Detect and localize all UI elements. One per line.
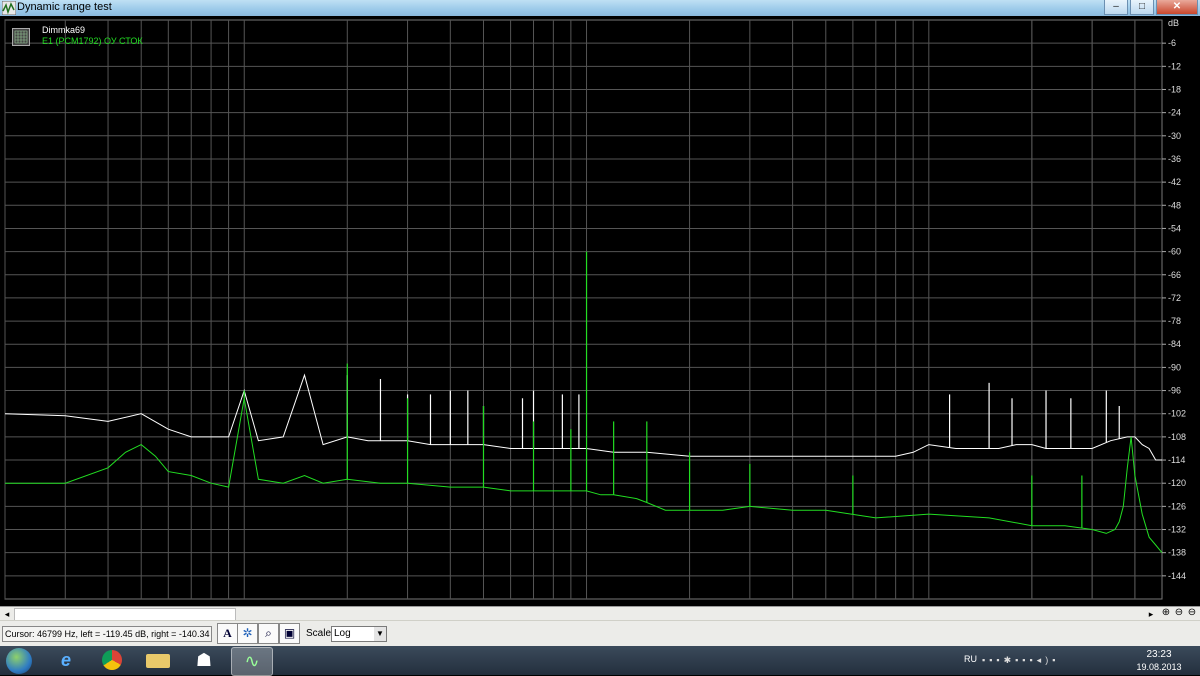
- y-tick-label: -18: [1168, 84, 1181, 94]
- zoom-reset-icon[interactable]: ⊖: [1186, 607, 1198, 619]
- y-tick-label: -120: [1168, 478, 1186, 488]
- y-axis-label: dB: [1168, 18, 1179, 28]
- spectrum-chart[interactable]: -6 -12 -18 -24 -30 -36 -42 -48 -54 -60 -66 -72 -78 -8…: [0, 16, 1200, 606]
- window-titlebar[interactable]: Dynamic range test – □ ✕: [0, 0, 1200, 16]
- y-tick-label: -66: [1168, 270, 1181, 280]
- folder-icon: [146, 654, 170, 668]
- clock-time[interactable]: 23:23: [1134, 649, 1184, 660]
- chevron-down-icon: ▼: [374, 627, 386, 641]
- y-tick-label: -84: [1168, 339, 1181, 349]
- y-tick-label: -60: [1168, 247, 1181, 257]
- legend-grid-icon: [12, 28, 30, 46]
- legend-series1: Dimmka69: [42, 25, 86, 35]
- taskbar-ie[interactable]: e: [46, 647, 86, 674]
- y-tick-label: -48: [1168, 200, 1181, 210]
- zoom-controls: ⊕ ⊖ ⊖: [1159, 607, 1198, 619]
- y-tick-label: -108: [1168, 432, 1186, 442]
- y-tick-label: -96: [1168, 386, 1181, 396]
- os-taskbar: e ☗ ∿ RU ▪▪▪✱▪▪▪◂)▪ 23:23 19.08.2013: [0, 646, 1200, 676]
- chrome-icon: [102, 650, 122, 670]
- y-tick-label: -30: [1168, 131, 1181, 141]
- y-tick-label: -138: [1168, 548, 1186, 558]
- series-line-1: [4, 373, 1162, 461]
- cursor-readout: Cursor: 46799 Hz, left = -119.45 dB, rig…: [2, 626, 212, 642]
- y-tick-label: -12: [1168, 61, 1181, 71]
- browser-e-icon: e: [60, 650, 71, 670]
- taskbar-rmaa[interactable]: ∿: [231, 647, 273, 676]
- scale-dropdown-value: Log: [334, 628, 351, 639]
- plot-border: [4, 19, 1163, 600]
- window-title: Dynamic range test: [17, 1, 112, 13]
- taskbar-explorer[interactable]: [138, 647, 178, 674]
- y-tick-label: -54: [1168, 223, 1181, 233]
- y-tick-label: -42: [1168, 177, 1181, 187]
- y-tick-label: -114: [1168, 455, 1185, 465]
- y-tick-label: -90: [1168, 362, 1181, 372]
- close-button[interactable]: ✕: [1156, 0, 1198, 15]
- magnifier-icon[interactable]: ⌕: [258, 623, 279, 644]
- maximize-button[interactable]: □: [1130, 0, 1154, 15]
- app-icon: [2, 1, 16, 15]
- start-button-icon[interactable]: [6, 648, 32, 674]
- zoom-in-icon[interactable]: ⊕: [1160, 607, 1172, 619]
- y-tick-label: -24: [1168, 108, 1181, 118]
- y-tick-label: -144: [1168, 571, 1186, 581]
- scale-label: Scale: [306, 628, 332, 639]
- minimize-button[interactable]: –: [1104, 0, 1128, 15]
- language-indicator[interactable]: RU: [964, 654, 977, 664]
- legend-series2: E1 (PCM1792) ОУ СТОК: [42, 36, 143, 46]
- y-tick-label: -72: [1168, 293, 1181, 303]
- scroll-right-arrow-icon[interactable]: ▸: [1145, 608, 1157, 620]
- y-tick-label: -6: [1168, 38, 1176, 48]
- y-tick-label: -102: [1168, 409, 1186, 419]
- horizontal-scrollbar[interactable]: ◂ ▸ ⊕ ⊖ ⊖: [0, 606, 1200, 621]
- window-controls: – □ ✕: [1102, 0, 1198, 16]
- font-icon[interactable]: A: [217, 623, 238, 644]
- waveform-icon: ∿: [244, 651, 260, 671]
- taskbar-foobar[interactable]: ☗: [184, 647, 224, 674]
- scale-dropdown[interactable]: Log ▼: [331, 626, 387, 642]
- scroll-left-arrow-icon[interactable]: ◂: [1, 608, 13, 620]
- y-tick-label: -78: [1168, 316, 1181, 326]
- tray-icons[interactable]: ▪▪▪✱▪▪▪◂)▪: [982, 655, 1132, 667]
- status-bar: Cursor: 46799 Hz, left = -119.45 dB, rig…: [0, 620, 1200, 647]
- save-disk-icon[interactable]: ▣: [279, 623, 300, 644]
- y-tick-label: -126: [1168, 501, 1186, 511]
- cat-icon: ☗: [195, 650, 213, 670]
- settings-gear-icon[interactable]: ✲: [237, 623, 258, 644]
- spectrum-plot-area[interactable]: -6 -12 -18 -24 -30 -36 -42 -48 -54 -60 -66 -72 -78 -8…: [0, 16, 1200, 606]
- y-tick-label: -132: [1168, 525, 1186, 535]
- y-tick-label: -36: [1168, 154, 1181, 164]
- zoom-out-icon[interactable]: ⊖: [1173, 607, 1185, 619]
- clock-date[interactable]: 19.08.2013: [1134, 662, 1184, 672]
- taskbar-chrome[interactable]: [92, 647, 132, 674]
